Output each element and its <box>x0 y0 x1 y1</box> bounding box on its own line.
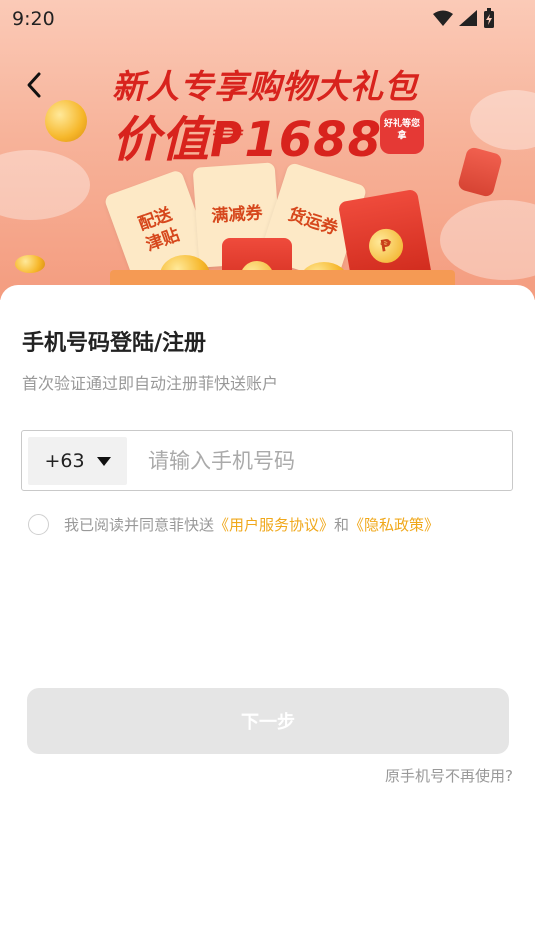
agreement-prefix: 我已阅读并同意菲快送 <box>64 516 215 534</box>
agreement-checkbox[interactable] <box>28 514 49 535</box>
coin-decoration <box>15 255 45 273</box>
caret-down-icon <box>96 456 111 466</box>
page-title: 手机号码登陆/注册 <box>22 331 207 356</box>
phone-number-input[interactable] <box>146 441 505 481</box>
cloud-decoration <box>470 90 535 150</box>
status-bar: 9:20 <box>0 0 535 36</box>
gift-badge: 好礼等您拿 <box>380 110 424 154</box>
privacy-policy-link[interactable]: 《隐私政策》 <box>349 514 439 535</box>
signal-icon <box>459 10 477 26</box>
status-icons <box>433 8 495 28</box>
battery-charging-icon <box>484 8 494 28</box>
old-phone-link[interactable]: 原手机号不再使用? <box>385 765 513 786</box>
promo-banner: 9:20 新人专享购物大礼包 价值₱1688 好礼等您拿 配送津贴 满减券 货运… <box>0 0 535 300</box>
coin-decoration <box>45 100 87 142</box>
agreement-conjunction: 和 <box>334 516 350 534</box>
country-code-selector[interactable]: +63 <box>28 437 127 485</box>
ticket-label: 配送津贴 <box>135 204 183 256</box>
login-card: 手机号码登陆/注册 首次验证通过即自动注册菲快送账户 +63 我已阅读并同意菲快… <box>0 285 535 951</box>
phone-input-row: +63 <box>21 430 513 491</box>
coin-seal: ₱ <box>366 226 406 266</box>
next-step-button[interactable]: 下一步 <box>27 688 509 754</box>
ticket-label: 满减券 <box>210 203 264 227</box>
back-arrow-icon[interactable] <box>22 70 48 100</box>
page-subtitle: 首次验证通过即自动注册菲快送账户 <box>22 374 279 393</box>
user-agreement-link[interactable]: 《用户服务协议》 <box>214 514 334 535</box>
wifi-icon <box>433 10 453 26</box>
country-code-value: +63 <box>44 450 85 472</box>
cloud-decoration <box>0 150 90 220</box>
status-time: 9:20 <box>12 8 55 30</box>
red-packet-decoration <box>456 146 504 198</box>
ticket-label: 货运券 <box>285 204 341 240</box>
cloud-decoration <box>440 200 535 280</box>
banner-value: 价值₱1688 <box>112 112 382 168</box>
agreement-row: 我已阅读并同意菲快送 《用户服务协议》 和 《隐私政策》 <box>28 514 439 535</box>
